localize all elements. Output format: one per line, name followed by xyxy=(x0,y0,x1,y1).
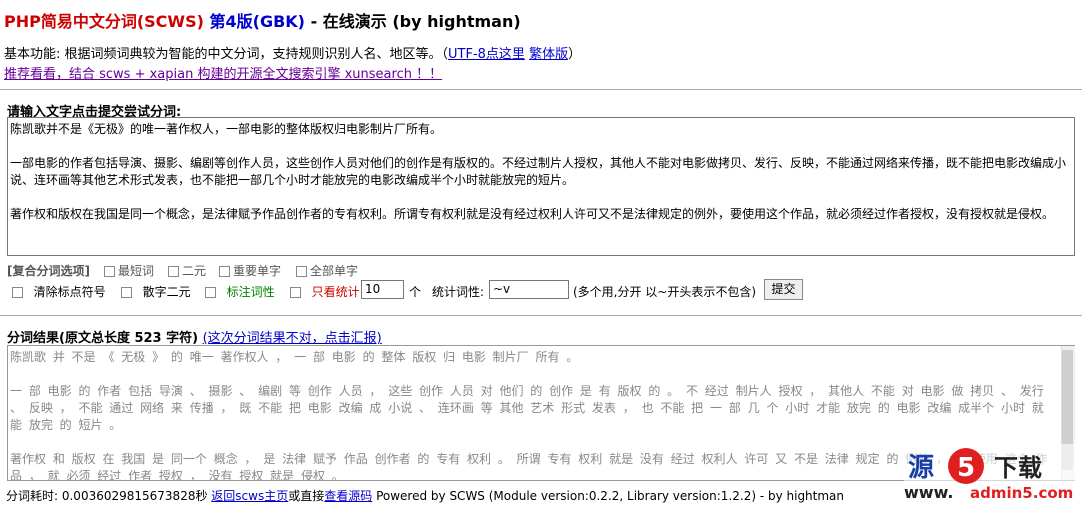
option-attr[interactable]: 标注词性 xyxy=(205,283,275,300)
option-all-single[interactable]: 全部单字 xyxy=(296,262,358,279)
xunsearch-link[interactable]: 推荐看看，结合 scws + xapian 构建的开源全文搜索引擎 xunsea… xyxy=(4,67,442,82)
attr-filter-label: 统计词性: xyxy=(432,285,485,299)
checkbox-icon[interactable] xyxy=(296,266,307,277)
view-source-link[interactable]: 查看源码 xyxy=(324,489,372,503)
option-scatter-duality[interactable]: 散字二元 xyxy=(121,283,191,300)
intro-close: ） xyxy=(568,47,582,62)
limit-unit: 个 xyxy=(409,285,422,299)
limit-input[interactable]: 10 xyxy=(361,280,404,299)
source-text-area[interactable]: 陈凯歌并不是《无极》的唯一著作权人，一部电影的整体版权归电影制片厂所有。 一部电… xyxy=(7,117,1075,256)
option-duality-label: 二元 xyxy=(182,264,207,278)
footer: 分词耗时: 0.0036029815673828秒 返回scws主页或直接查看源… xyxy=(6,487,844,504)
checkbox-icon[interactable] xyxy=(168,266,179,277)
option-shortest[interactable]: 最短词 xyxy=(104,262,154,279)
report-link[interactable]: (这次分词结果不对，点击汇报) xyxy=(203,331,382,346)
attr-filter-hint: (多个用,分开 以~开头表示不包含) xyxy=(573,285,757,299)
checkbox-icon[interactable] xyxy=(121,287,132,298)
elapsed-time: 分词耗时: 0.0036029815673828秒 xyxy=(6,489,208,503)
option-attr-label: 标注词性 xyxy=(226,285,275,299)
page-title: PHP简易中文分词(SCWS) 第4版(GBK) - 在线演示 (by high… xyxy=(4,8,521,32)
checkbox-icon[interactable] xyxy=(12,287,23,298)
svg-text:5: 5 xyxy=(957,453,975,483)
promo-line[interactable]: 推荐看看，结合 scws + xapian 构建的开源全文搜索引擎 xunsea… xyxy=(4,63,442,82)
traditional-link[interactable]: 繁体版 xyxy=(529,47,568,62)
option-major-single-label: 重要单字 xyxy=(233,264,282,278)
checkbox-icon[interactable] xyxy=(205,287,216,298)
option-scatter-duality-label: 散字二元 xyxy=(142,285,191,299)
watermark-char: 源 xyxy=(908,453,934,483)
intro-text: 基本功能: 根据词频词典较为智能的中文分词，支持规则识别人名、地区等。（UTF-… xyxy=(4,43,581,62)
option-shortest-label: 最短词 xyxy=(118,264,155,278)
option-all-single-label: 全部单字 xyxy=(310,264,359,278)
checkbox-icon[interactable] xyxy=(104,266,115,277)
intro-description: 基本功能: 根据词频词典较为智能的中文分词，支持规则识别人名、地区等。（ xyxy=(4,47,449,62)
watermark-url: admin5.com xyxy=(970,484,1073,502)
watermark-www: www. xyxy=(904,483,953,502)
option-stats-label: 只看统计 xyxy=(311,285,360,299)
watermark-download: 下载 xyxy=(994,454,1042,482)
title-version: 第4版(GBK) xyxy=(209,12,306,31)
option-stats[interactable]: 只看统计 xyxy=(290,283,360,300)
checkbox-icon[interactable] xyxy=(219,266,230,277)
result-title: 分词结果(原文总长度 523 字符) xyxy=(7,331,199,346)
checkbox-icon[interactable] xyxy=(290,287,301,298)
title-suffix: - 在线演示 (by hightman) xyxy=(310,12,521,31)
option-strip-punct-label: 清除标点符号 xyxy=(33,285,106,299)
attr-filter-input[interactable]: ~v xyxy=(489,280,569,299)
divider-top xyxy=(0,89,1082,90)
scws-home-link[interactable]: 返回scws主页 xyxy=(211,489,288,503)
result-header: 分词结果(原文总长度 523 字符) (这次分词结果不对，点击汇报) xyxy=(7,327,382,346)
title-main: PHP简易中文分词(SCWS) xyxy=(4,12,204,31)
option-strip-punct[interactable]: 清除标点符号 xyxy=(12,283,106,300)
divider-middle xyxy=(0,315,1082,316)
option-major-single[interactable]: 重要单字 xyxy=(219,262,281,279)
powered-by: Powered by SCWS (Module version:0.2.2, L… xyxy=(376,489,845,503)
footer-or: 或直接 xyxy=(288,489,325,503)
watermark-logo: 源 5 下载 www. admin5.com xyxy=(904,444,1082,504)
utf8-link[interactable]: UTF-8点这里 xyxy=(448,47,525,62)
options-title: [复合分词选项] xyxy=(7,264,90,278)
submit-button[interactable]: 提交 xyxy=(764,279,803,300)
option-duality[interactable]: 二元 xyxy=(168,262,206,279)
